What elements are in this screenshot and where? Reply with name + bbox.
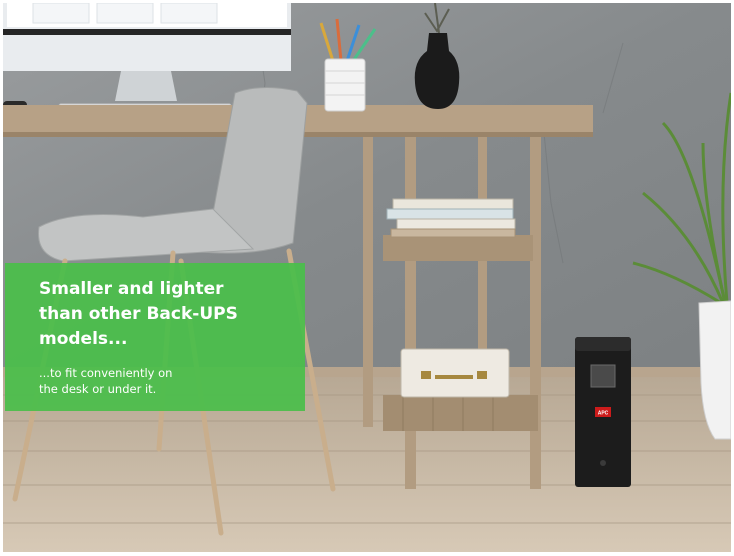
ups-brand-label: APC [598,411,609,417]
promo-banner: Smaller and lighter than other Back-UPS … [5,263,305,411]
ups-device: APC [575,337,631,487]
promo-headline: Smaller and lighter than other Back-UPS … [39,279,238,349]
book-stack [386,198,516,238]
product-image: APC Smaller and lighter than other Back-… [3,3,731,552]
briefcase [400,348,510,398]
promo-subtext: ...to fit conveniently on the desk or un… [39,366,173,396]
